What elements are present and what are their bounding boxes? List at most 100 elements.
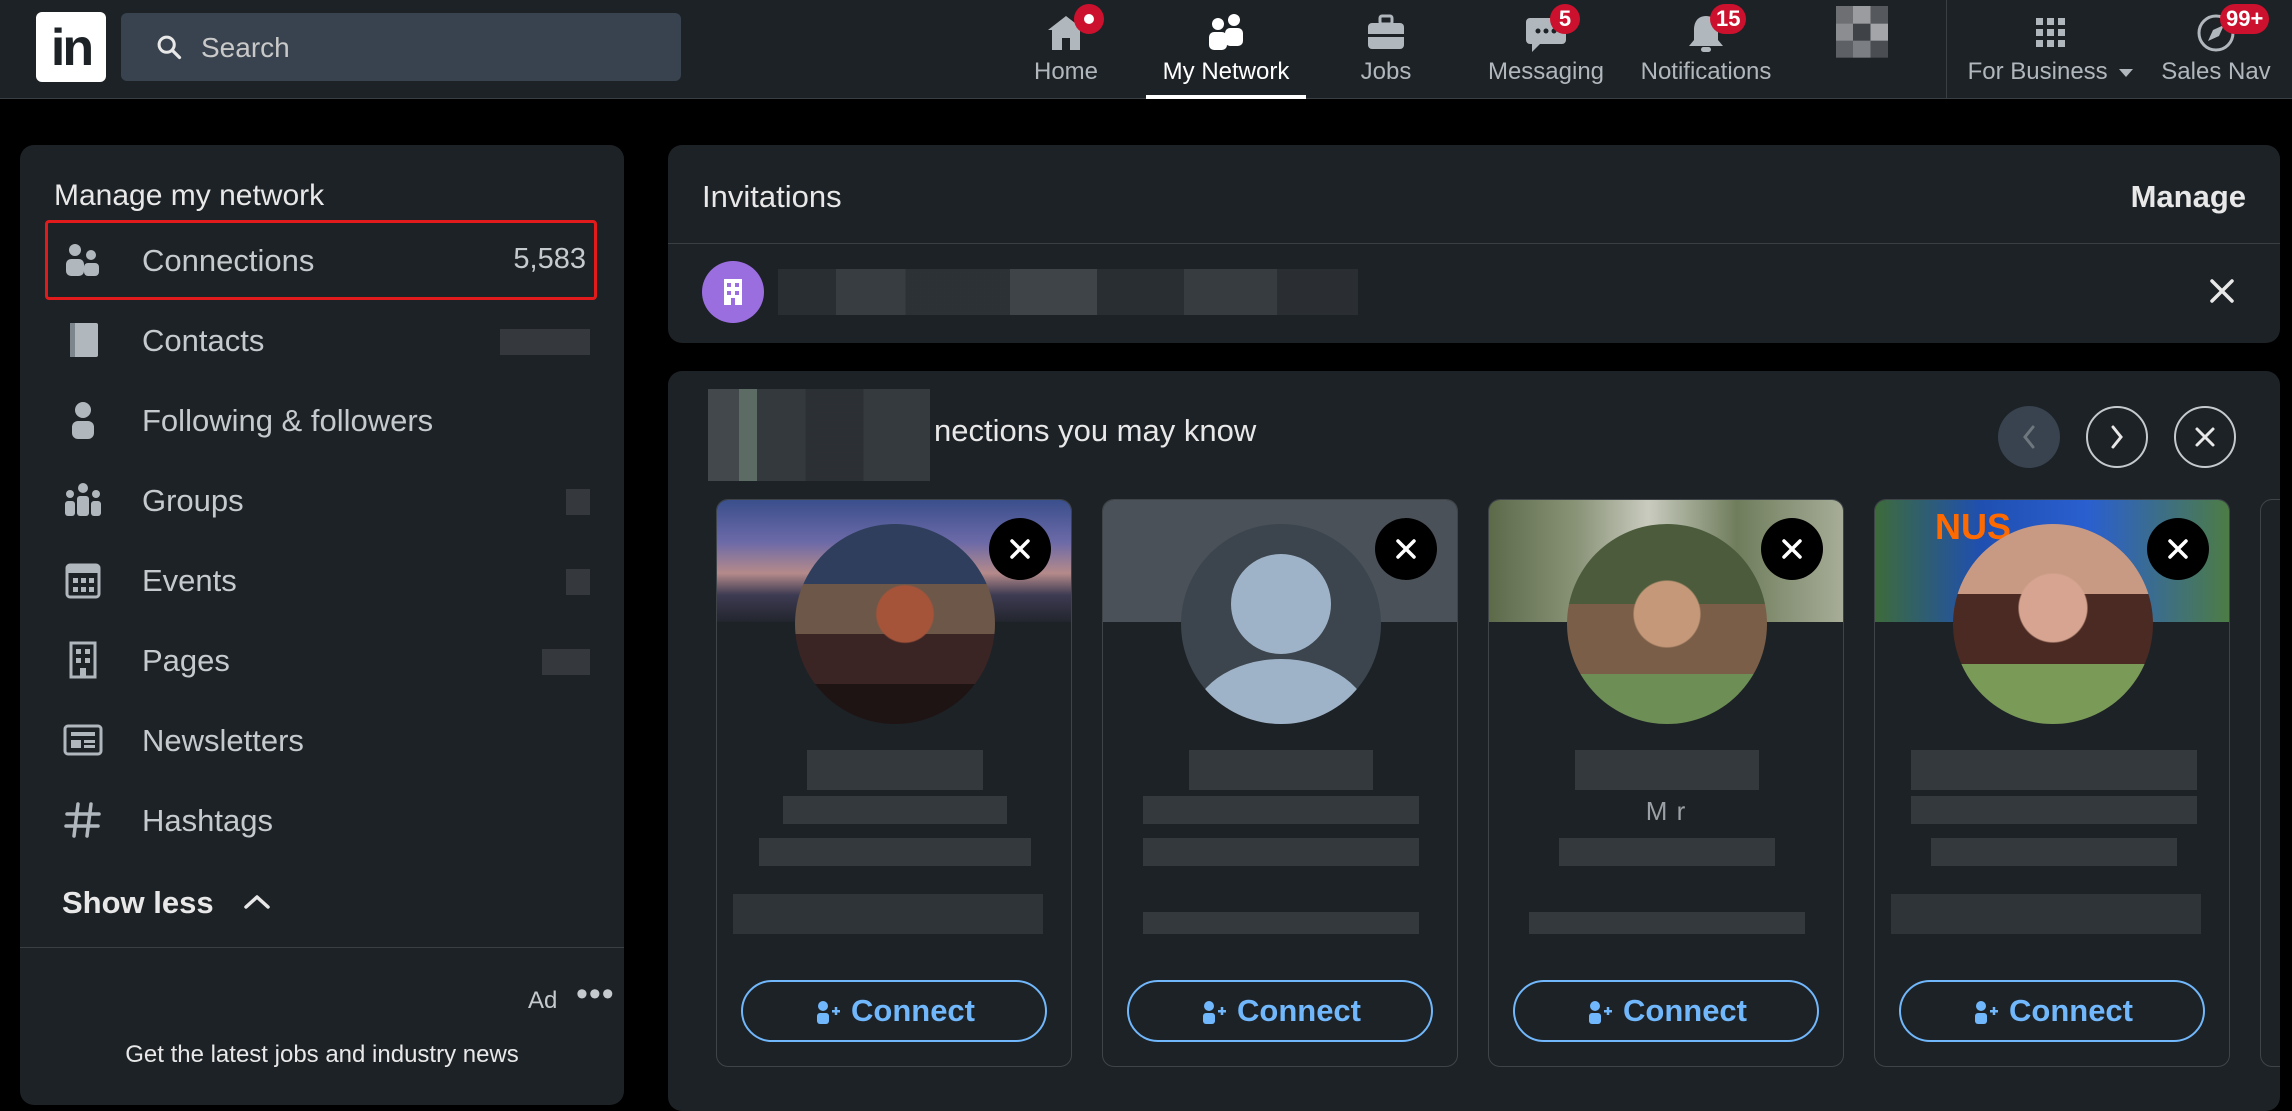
dismiss-section-button[interactable] bbox=[2174, 406, 2236, 468]
redacted-mutual-connections bbox=[1891, 894, 2201, 934]
search-bar[interactable] bbox=[121, 13, 681, 83]
search-input[interactable] bbox=[199, 13, 663, 83]
notifications-badge: 15 bbox=[1710, 4, 1747, 34]
calendar-icon bbox=[65, 563, 101, 599]
sidebar-item-events[interactable]: Events bbox=[20, 541, 624, 619]
invitations-title: Invitations bbox=[702, 179, 842, 214]
redacted-headline bbox=[1143, 838, 1419, 866]
connect-button[interactable]: Connect bbox=[1899, 980, 2205, 1042]
newsletter-icon bbox=[63, 724, 103, 756]
headline-partial: M r bbox=[1645, 796, 1687, 826]
redacted-name bbox=[1575, 750, 1759, 790]
sidebar-item-label: Events bbox=[142, 563, 237, 598]
top-nav: in Home My Network Jobs bbox=[0, 0, 2292, 99]
redacted-headline bbox=[1143, 796, 1419, 824]
sidebar-item-pages[interactable]: Pages bbox=[20, 621, 624, 699]
caret-down-icon bbox=[2119, 69, 2134, 77]
linkedin-logo[interactable]: in bbox=[36, 12, 106, 82]
close-icon bbox=[1782, 539, 1802, 559]
add-person-icon bbox=[1203, 1001, 1226, 1024]
building-icon bbox=[69, 641, 97, 679]
sidebar-item-label: Contacts bbox=[142, 323, 265, 358]
close-icon bbox=[1010, 539, 1030, 559]
connect-label: Connect bbox=[1237, 993, 1361, 1028]
redacted-headline bbox=[1559, 838, 1775, 866]
show-less-toggle[interactable]: Show less bbox=[62, 885, 272, 921]
redacted-count bbox=[542, 649, 590, 675]
avatar bbox=[795, 524, 995, 724]
nav-messaging[interactable]: 5 Messaging bbox=[1486, 0, 1606, 99]
nav-jobs[interactable]: Jobs bbox=[1336, 0, 1436, 99]
chevron-left-icon bbox=[2023, 425, 2035, 449]
more-options-icon[interactable]: ••• bbox=[576, 975, 615, 1014]
close-icon bbox=[1396, 539, 1416, 559]
nav-for-business-label: For Business bbox=[1967, 58, 2108, 85]
contact-book-icon bbox=[70, 323, 98, 357]
redacted-count bbox=[566, 489, 590, 515]
redacted-headline bbox=[783, 796, 1007, 824]
messaging-badge: 5 bbox=[1550, 4, 1580, 34]
sidebar-item-groups[interactable]: Groups bbox=[20, 461, 624, 539]
suggestion-card-partial[interactable] bbox=[2260, 499, 2280, 1067]
nav-my-network[interactable]: My Network bbox=[1146, 0, 1306, 99]
connect-button[interactable]: Connect bbox=[741, 980, 1047, 1042]
grid-icon bbox=[2036, 18, 2065, 47]
redacted-headline bbox=[1911, 796, 2197, 824]
me-avatar[interactable] bbox=[1836, 6, 1888, 58]
sidebar-item-label: Following & followers bbox=[142, 403, 434, 438]
briefcase-icon bbox=[1368, 14, 1404, 49]
suggestion-card[interactable]: M r Connect bbox=[1488, 499, 1844, 1067]
dismiss-card-button[interactable] bbox=[1375, 518, 1437, 580]
chevron-up-icon bbox=[244, 895, 270, 909]
close-icon[interactable] bbox=[2200, 269, 2244, 313]
ad-text[interactable]: Get the latest jobs and industry news bbox=[20, 1041, 624, 1069]
redacted-headline bbox=[759, 838, 1031, 866]
nav-sales-nav[interactable]: 99+ Sales Nav bbox=[2156, 0, 2276, 99]
nav-home[interactable]: Home bbox=[1016, 0, 1116, 99]
dismiss-card-button[interactable] bbox=[1761, 518, 1823, 580]
dismiss-card-button[interactable] bbox=[2147, 518, 2209, 580]
nav-messaging-label: Messaging bbox=[1487, 58, 1605, 85]
manage-network-panel: Manage my network Connections 5,583 Cont… bbox=[20, 145, 624, 1105]
sidebar-item-following-followers[interactable]: Following & followers bbox=[20, 381, 624, 459]
sidebar-item-hashtags[interactable]: Hashtags bbox=[20, 781, 624, 859]
nav-for-business[interactable]: For Business bbox=[1966, 0, 2136, 99]
suggestion-card[interactable]: Connect bbox=[1102, 499, 1458, 1067]
sidebar-item-newsletters[interactable]: Newsletters bbox=[20, 701, 624, 779]
ad-label: Ad bbox=[528, 987, 558, 1014]
building-icon bbox=[724, 279, 742, 305]
close-icon bbox=[2168, 539, 2188, 559]
sidebar-item-label: Hashtags bbox=[142, 803, 273, 838]
sidebar-item-label: Newsletters bbox=[142, 723, 304, 758]
suggestion-card[interactable]: Connect bbox=[716, 499, 1072, 1067]
nav-home-label: Home bbox=[1033, 58, 1099, 85]
redacted-invitation-text bbox=[778, 269, 1358, 315]
nav-divider bbox=[1946, 0, 1947, 99]
people-you-may-know-panel: nections you may know Connect Connect M … bbox=[668, 371, 2280, 1111]
carousel-next-button[interactable] bbox=[2086, 406, 2148, 468]
nav-my-network-label: My Network bbox=[1162, 58, 1290, 85]
dismiss-card-button[interactable] bbox=[989, 518, 1051, 580]
person-icon bbox=[72, 402, 94, 439]
add-person-icon bbox=[817, 1001, 840, 1024]
redacted-mutual-connections bbox=[733, 894, 1043, 934]
add-person-icon bbox=[1589, 1001, 1612, 1024]
connect-button[interactable]: Connect bbox=[1127, 980, 1433, 1042]
avatar bbox=[1567, 524, 1767, 724]
groups-icon bbox=[65, 483, 101, 516]
nav-sales-nav-label: Sales Nav bbox=[2161, 58, 2271, 85]
connect-button[interactable]: Connect bbox=[1513, 980, 1819, 1042]
nav-notifications[interactable]: 15 Notifications bbox=[1636, 0, 1776, 99]
avatar bbox=[1181, 524, 1381, 724]
manage-invitations-link[interactable]: Manage bbox=[2131, 179, 2246, 215]
divider bbox=[668, 243, 2280, 244]
sidebar-item-contacts[interactable]: Contacts bbox=[20, 301, 624, 379]
redacted-name bbox=[1189, 750, 1373, 790]
invitations-panel: Invitations Manage bbox=[668, 145, 2280, 343]
suggestion-card[interactable]: NUS Connect bbox=[1874, 499, 2230, 1067]
home-notification-dot bbox=[1074, 4, 1104, 34]
carousel-prev-button[interactable] bbox=[1998, 406, 2060, 468]
connect-label: Connect bbox=[851, 993, 975, 1028]
show-less-label: Show less bbox=[62, 885, 214, 920]
connect-label: Connect bbox=[2009, 993, 2133, 1028]
